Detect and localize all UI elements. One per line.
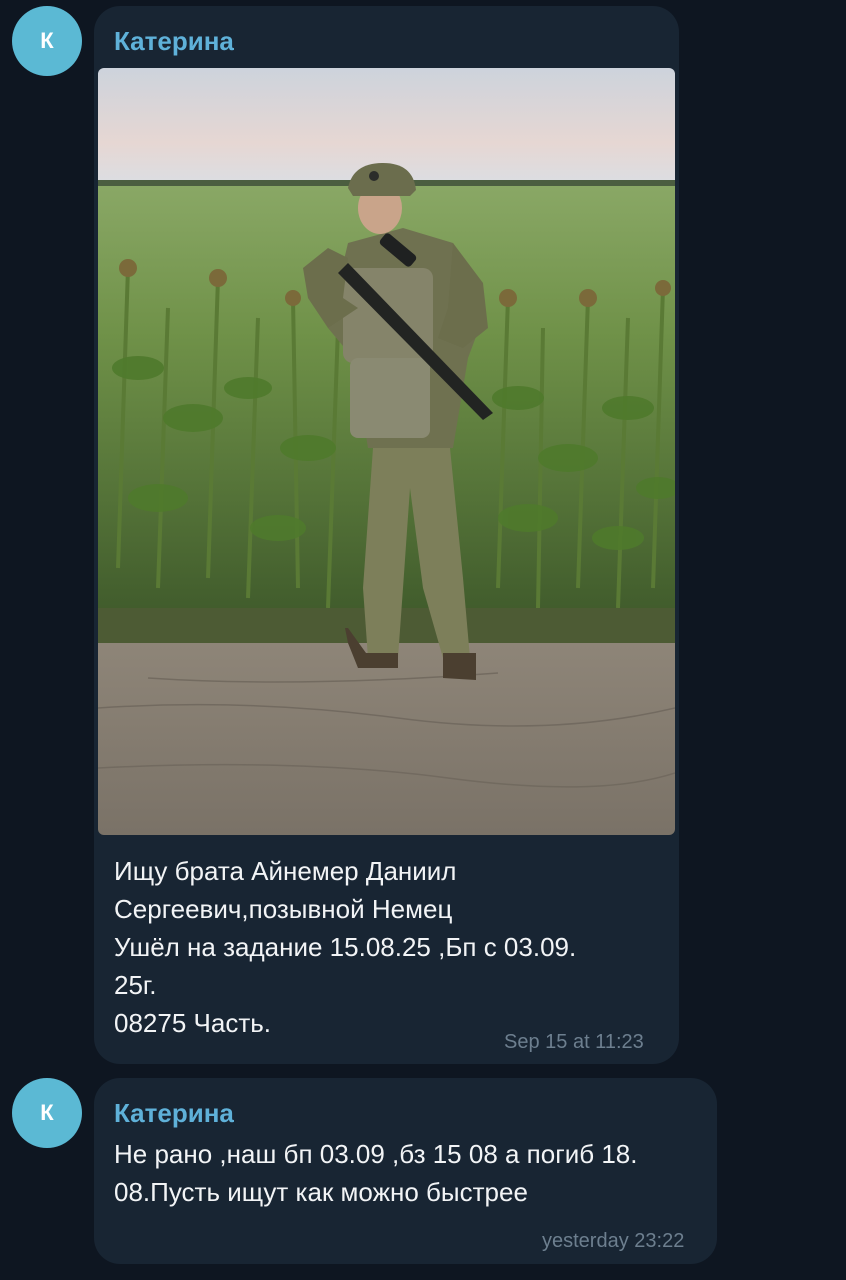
message-bubble[interactable]: Катерина Ищу брата Айнемер Даниил Сергее… [94, 6, 679, 1064]
sender-name[interactable]: Катерина [114, 26, 234, 57]
message-text[interactable]: Ищу брата Айнемер Даниил Сергеевич,позыв… [114, 852, 674, 1042]
message-timestamp: Sep 15 at 11:23 [504, 1031, 644, 1053]
message-text[interactable]: Не рано ,наш бп 03.09 ,бз 15 08 а погиб … [114, 1135, 709, 1211]
message-photo[interactable] [98, 68, 675, 835]
soldier-photo-image [98, 68, 675, 835]
sender-avatar[interactable]: К [12, 6, 82, 76]
sender-name[interactable]: Катерина [114, 1098, 234, 1129]
message-timestamp: yesterday 23:22 [542, 1230, 685, 1252]
chat-history: К Катерина Ищу брата Айнемер Даниил Серг… [0, 0, 846, 1280]
sender-avatar[interactable]: К [12, 1078, 82, 1148]
message-bubble[interactable]: Катерина Не рано ,наш бп 03.09 ,бз 15 08… [94, 1078, 717, 1264]
